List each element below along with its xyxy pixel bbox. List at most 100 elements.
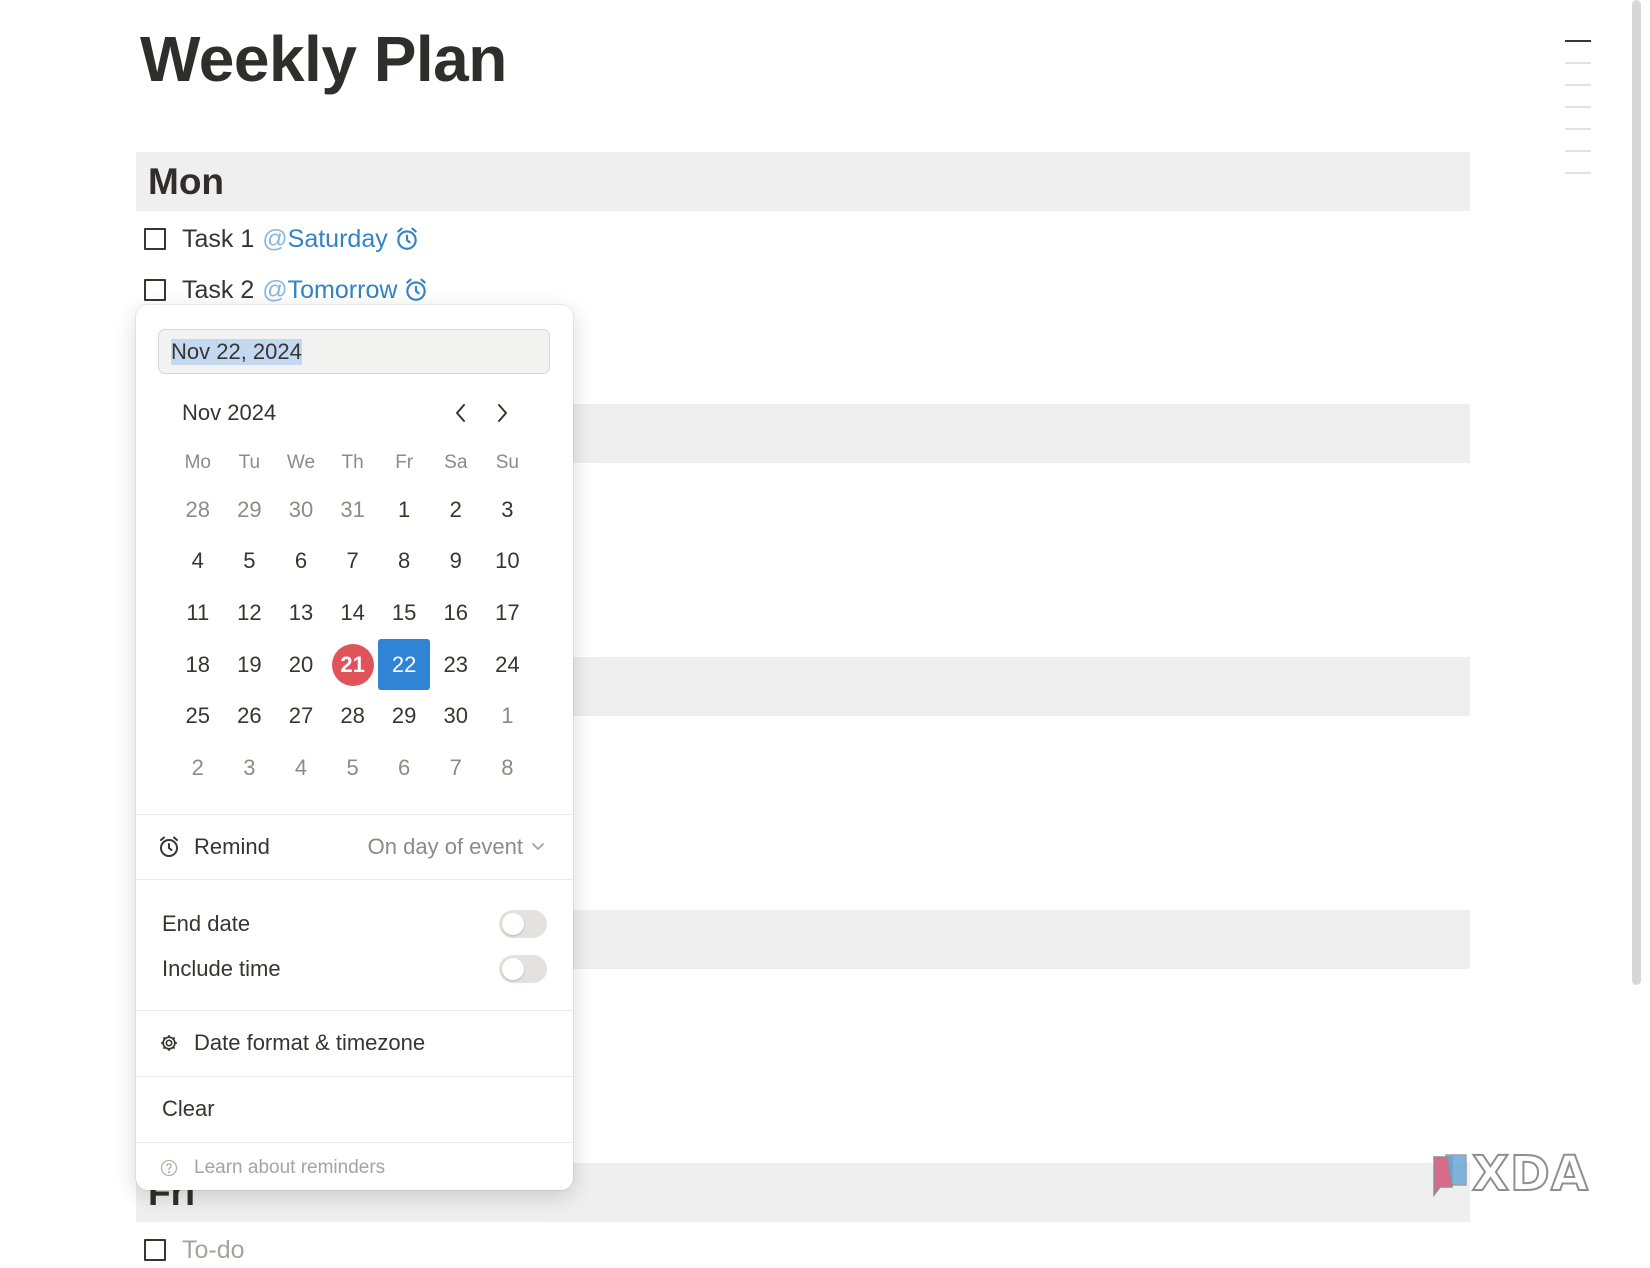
calendar-day[interactable]: 2 (172, 742, 224, 794)
calendar-day[interactable]: 9 (430, 536, 482, 588)
calendar-day[interactable]: 18 (172, 639, 224, 691)
remind-label: Remind (194, 834, 270, 859)
weekday-label: Th (341, 452, 364, 473)
remind-value: On day of event (367, 834, 523, 859)
date-mention[interactable]: @ Tomorrow (262, 276, 429, 305)
clear-button[interactable]: Clear (136, 1077, 573, 1141)
calendar-day-selected[interactable]: 22 (378, 638, 430, 691)
date-format-label: Date format & timezone (194, 1030, 426, 1055)
calendar-day[interactable]: 28 (327, 690, 379, 742)
calendar-day[interactable]: 1 (378, 484, 430, 536)
task-checkbox[interactable] (144, 1239, 166, 1261)
table-of-contents[interactable] (1565, 40, 1591, 194)
calendar-day[interactable]: 8 (378, 536, 430, 588)
end-date-label: End date (162, 911, 251, 936)
calendar-day[interactable]: 5 (327, 742, 379, 794)
toc-item[interactable] (1565, 106, 1591, 108)
xda-logo-icon (1433, 1154, 1467, 1198)
task-label[interactable]: Task 2 (182, 276, 254, 305)
include-time-label: Include time (162, 956, 281, 981)
chevron-right-icon[interactable] (488, 398, 516, 428)
calendar-day[interactable]: 31 (327, 484, 379, 536)
task-label[interactable]: Task 1 (182, 225, 254, 254)
include-time-row[interactable]: Include time (136, 947, 573, 991)
task-checkbox[interactable] (144, 279, 166, 301)
divider (136, 879, 573, 880)
weekday-label: We (286, 452, 316, 473)
calendar-day-today[interactable]: 21 (327, 639, 379, 691)
month-label: Nov 2024 (182, 400, 277, 425)
toc-item[interactable] (1565, 150, 1591, 152)
calendar-day[interactable]: 4 (275, 742, 327, 794)
task-checkbox[interactable] (144, 228, 166, 250)
calendar-day[interactable]: 24 (482, 639, 534, 691)
calendar-day[interactable]: 5 (224, 536, 276, 588)
weekday-label: Su (495, 452, 519, 473)
toc-item[interactable] (1565, 172, 1591, 174)
page-title: Weekly Plan (140, 23, 507, 95)
calendar-day[interactable]: 13 (275, 587, 327, 639)
weekday-label: Sa (444, 452, 468, 473)
weekday-label: Mo (184, 452, 211, 473)
toc-item[interactable] (1565, 62, 1591, 64)
toc-item[interactable] (1565, 84, 1591, 86)
toc-item[interactable] (1565, 128, 1591, 130)
calendar-day[interactable]: 14 (327, 587, 379, 639)
calendar-day[interactable]: 6 (275, 536, 327, 588)
learn-reminders-label: Learn about reminders (194, 1157, 386, 1178)
include-time-toggle[interactable] (499, 955, 547, 983)
calendar-day[interactable]: 20 (275, 639, 327, 691)
xda-watermark: XDA (1428, 1145, 1589, 1203)
date-format-row[interactable]: Date format & timezone (136, 1011, 573, 1075)
calendar-day[interactable]: 25 (172, 690, 224, 742)
calendar-day[interactable]: 27 (275, 690, 327, 742)
calendar-day[interactable]: 15 (378, 587, 430, 639)
alarm-clock-icon (403, 277, 429, 303)
calendar-day[interactable]: 19 (224, 639, 276, 691)
calendar-day[interactable]: 30 (430, 690, 482, 742)
calendar-day[interactable]: 11 (172, 587, 224, 639)
calendar-day[interactable]: 7 (430, 742, 482, 794)
alarm-clock-icon (156, 835, 182, 859)
calendar-day[interactable]: 30 (275, 484, 327, 536)
calendar-day[interactable]: 17 (482, 587, 534, 639)
date-mention[interactable]: @ Saturday (262, 225, 419, 254)
toc-item[interactable] (1565, 40, 1591, 42)
remind-row[interactable]: Remind On day of event (136, 815, 573, 879)
chevron-left-icon[interactable] (447, 398, 475, 428)
weekday-label: Tu (238, 452, 261, 473)
calendar-day[interactable]: 16 (430, 587, 482, 639)
calendar-day[interactable]: 3 (482, 484, 534, 536)
scrollbar[interactable] (1632, 0, 1641, 985)
xda-logo-text: XDA (1471, 1145, 1589, 1203)
date-input[interactable]: Nov 22, 2024 (158, 329, 550, 374)
calendar-day[interactable]: 6 (378, 742, 430, 794)
weekday-label: Fr (395, 452, 414, 473)
calendar-day[interactable]: 23 (430, 639, 482, 691)
calendar-day[interactable]: 12 (224, 587, 276, 639)
calendar-day[interactable]: 3 (224, 742, 276, 794)
learn-reminders-link[interactable]: Learn about reminders (136, 1143, 573, 1193)
task-row: Task 2 @ Tomorrow (144, 272, 429, 308)
calendar-day[interactable]: 26 (224, 690, 276, 742)
today-marker: 21 (331, 643, 374, 686)
calendar-day[interactable]: 29 (224, 484, 276, 536)
end-date-row[interactable]: End date (136, 902, 573, 946)
calendar-day[interactable]: 7 (327, 536, 379, 588)
date-input-value: Nov 22, 2024 (171, 338, 302, 365)
calendar-day[interactable]: 28 (172, 484, 224, 536)
remind-dropdown[interactable]: On day of event (368, 834, 545, 860)
calendar-day[interactable]: 8 (482, 742, 534, 794)
day-header-mon: Mon (136, 152, 1470, 211)
calendar-day[interactable]: 1 (482, 690, 534, 742)
alarm-clock-icon (394, 226, 420, 252)
calendar-day[interactable]: 10 (482, 536, 534, 588)
calendar-day[interactable]: 4 (172, 536, 224, 588)
calendar-day[interactable]: 2 (430, 484, 482, 536)
todo-placeholder[interactable]: To-do (182, 1236, 245, 1265)
chevron-down-icon (532, 843, 544, 850)
calendar-day[interactable]: 29 (378, 690, 430, 742)
calendar-grid: Mo Tu We Th Fr Sa Su 28 29 30 31 1 2 3 4 5 6 7 8 9 10 11 12 13 1… (172, 442, 533, 794)
end-date-toggle[interactable] (499, 910, 547, 938)
clear-label: Clear (162, 1096, 215, 1121)
